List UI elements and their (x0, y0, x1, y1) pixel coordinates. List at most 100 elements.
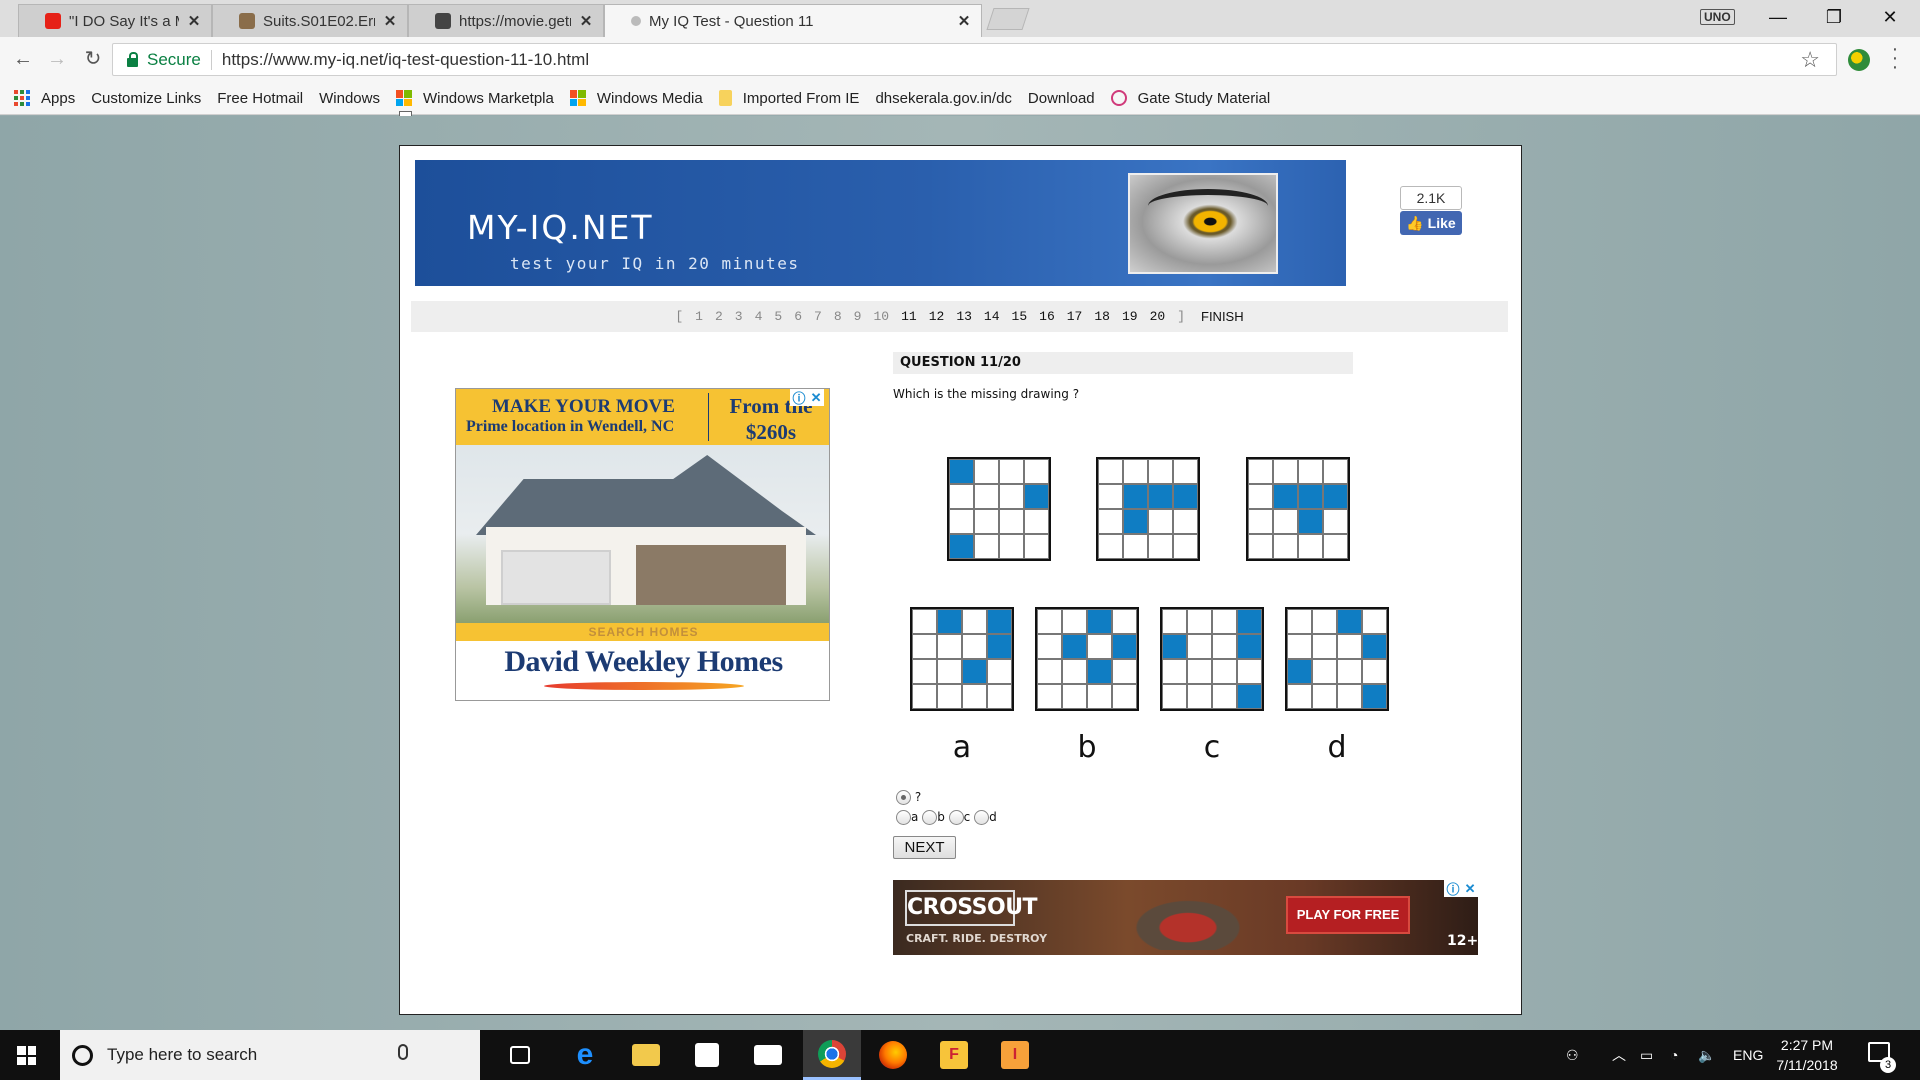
site-logo: MY-IQ.NET (467, 208, 654, 247)
microphone-icon[interactable] (398, 1044, 408, 1060)
adchoices-icon[interactable]: ⓘ ✕ (790, 389, 824, 406)
browser-tab[interactable]: https://movie.getmyapp1 ✕ (408, 4, 604, 37)
task-view-icon[interactable] (491, 1030, 549, 1080)
empty-cell (1248, 534, 1273, 559)
close-tab-icon[interactable]: ✕ (187, 12, 201, 30)
empty-cell (1312, 684, 1337, 709)
empty-cell (1112, 609, 1137, 634)
question-number-link[interactable]: 3 (735, 309, 743, 324)
radio-button-d[interactable] (974, 810, 990, 825)
people-icon[interactable]: ⚇ (1566, 1030, 1579, 1080)
unanswered-option[interactable]: ? (896, 790, 921, 805)
radio-button-b[interactable] (922, 810, 938, 825)
new-tab-button[interactable] (986, 8, 1030, 30)
question-number-link[interactable]: 8 (834, 309, 842, 324)
bookmark-item[interactable]: Windows Media (569, 90, 703, 107)
browser-tab[interactable]: Suits.S01E02.Errors.and.O ✕ (212, 4, 408, 37)
bookmark-item[interactable]: Gate Study Material (1110, 90, 1270, 107)
empty-cell (1298, 534, 1323, 559)
question-number-link[interactable]: 5 (774, 309, 782, 324)
empty-cell (1312, 634, 1337, 659)
next-button[interactable]: NEXT (893, 836, 956, 859)
browser-menu-icon[interactable]: · · · (1890, 39, 1900, 77)
facebook-like-button[interactable]: 👍 Like (1400, 211, 1462, 235)
windows-start-icon[interactable] (17, 1046, 36, 1065)
language-indicator[interactable]: ENG (1733, 1030, 1763, 1080)
bookmark-item[interactable]: Windows (319, 90, 412, 127)
play-for-free-button[interactable]: PLAY FOR FREE (1286, 896, 1410, 934)
empty-cell (1112, 684, 1137, 709)
empty-cell (1148, 534, 1173, 559)
store-icon[interactable] (678, 1030, 736, 1080)
app-f-icon[interactable]: F (925, 1030, 983, 1080)
chrome-icon[interactable] (803, 1030, 861, 1080)
firefox-icon[interactable] (864, 1030, 922, 1080)
file-explorer-icon[interactable] (617, 1030, 675, 1080)
forward-arrow-icon[interactable]: → (44, 47, 70, 71)
crossout-advertisement[interactable]: CROSSOUT CRAFT. RIDE. DESTROY PLAY FOR F… (893, 880, 1478, 955)
question-number-link[interactable]: 16 (1039, 309, 1055, 324)
question-number-link[interactable]: 19 (1122, 309, 1138, 324)
question-number-link[interactable]: 13 (956, 309, 972, 324)
edge-icon[interactable]: e (556, 1030, 614, 1080)
address-bar[interactable]: Secure https://www.my-iq.net/iq-test-que… (112, 43, 1837, 76)
close-tab-icon[interactable]: ✕ (579, 12, 593, 30)
back-arrow-icon[interactable]: ← (10, 47, 36, 71)
bookmark-item[interactable]: Download (399, 90, 1095, 127)
question-number-link[interactable]: 4 (755, 309, 763, 324)
restore-button[interactable]: ❐ (1814, 4, 1854, 30)
question-number-link[interactable]: 12 (929, 309, 945, 324)
radio-button[interactable] (896, 790, 911, 805)
facebook-like-widget[interactable]: 2.1K 👍 Like (1400, 186, 1462, 235)
browser-tab-active[interactable]: My IQ Test - Question 11 ✕ (604, 4, 982, 37)
question-number-link[interactable]: 20 (1150, 309, 1166, 324)
question-number-link[interactable]: 1 (695, 309, 703, 324)
question-number-link[interactable]: 2 (715, 309, 723, 324)
question-number-link[interactable]: 10 (873, 309, 889, 324)
question-number-link[interactable]: 17 (1067, 309, 1083, 324)
adchoices-icon[interactable]: ⓘ ✕ (1444, 880, 1478, 897)
question-number-link[interactable]: 18 (1094, 309, 1110, 324)
house-advertisement[interactable]: MAKE YOUR MOVE Prime location in Wendell… (455, 388, 830, 701)
reload-icon[interactable]: ↻ (80, 47, 106, 71)
question-number-link[interactable]: 6 (794, 309, 802, 324)
close-tab-icon[interactable]: ✕ (383, 12, 397, 30)
question-number-link[interactable]: 15 (1012, 309, 1028, 324)
empty-cell (1062, 659, 1087, 684)
browser-tab[interactable]: "I DO Say It's a Mental Ill ✕ (18, 4, 212, 37)
bookmark-item[interactable]: dhsekerala.gov.in/dc (399, 90, 1012, 127)
bookmark-apps[interactable]: Apps (14, 90, 75, 107)
question-number-link[interactable]: 7 (814, 309, 822, 324)
bookmark-folder[interactable]: Imported From IE (718, 90, 859, 107)
bookmark-item[interactable]: Windows Marketpla (395, 90, 554, 107)
battery-icon[interactable]: ▭ (1640, 1030, 1653, 1080)
app-i-icon[interactable]: I (986, 1030, 1044, 1080)
show-hidden-icons[interactable]: ︿ (1612, 1030, 1626, 1080)
bookmark-item[interactable]: Customize Links (91, 90, 412, 127)
extension-icon[interactable] (1848, 49, 1870, 71)
finish-link[interactable]: FINISH (1201, 309, 1244, 324)
volume-icon[interactable]: 🔈 (1698, 1030, 1715, 1080)
close-tab-icon[interactable]: ✕ (957, 12, 971, 30)
taskbar-search-box[interactable]: Type here to search (60, 1030, 480, 1080)
empty-cell (1212, 634, 1237, 659)
wifi-icon[interactable]: ◔ (1670, 1030, 1678, 1080)
bookmark-star-icon[interactable]: ☆ (1800, 47, 1820, 73)
profile-badge[interactable]: UNO (1700, 9, 1735, 25)
url-text[interactable]: https://www.my-iq.net/iq-test-question-1… (222, 50, 589, 70)
radio-button-a[interactable] (896, 810, 911, 825)
bookmark-item[interactable]: Free Hotmail (217, 90, 412, 127)
site-banner[interactable]: MY-IQ.NET test your IQ in 20 minutes (415, 160, 1346, 286)
divider (210, 49, 212, 70)
question-number-link[interactable]: 11 (901, 309, 917, 324)
system-clock[interactable]: 2:27 PM 7/11/2018 (1767, 1035, 1847, 1075)
question-number-link[interactable]: 9 (854, 309, 862, 324)
mail-icon[interactable] (739, 1030, 797, 1080)
minimize-button[interactable]: — (1758, 4, 1798, 30)
radio-button-c[interactable] (948, 810, 964, 825)
empty-cell (1024, 459, 1049, 484)
filled-cell (1087, 659, 1112, 684)
close-window-button[interactable]: ✕ (1870, 4, 1910, 30)
thumbs-up-icon: 👍 (1406, 215, 1424, 231)
question-number-link[interactable]: 14 (984, 309, 1000, 324)
